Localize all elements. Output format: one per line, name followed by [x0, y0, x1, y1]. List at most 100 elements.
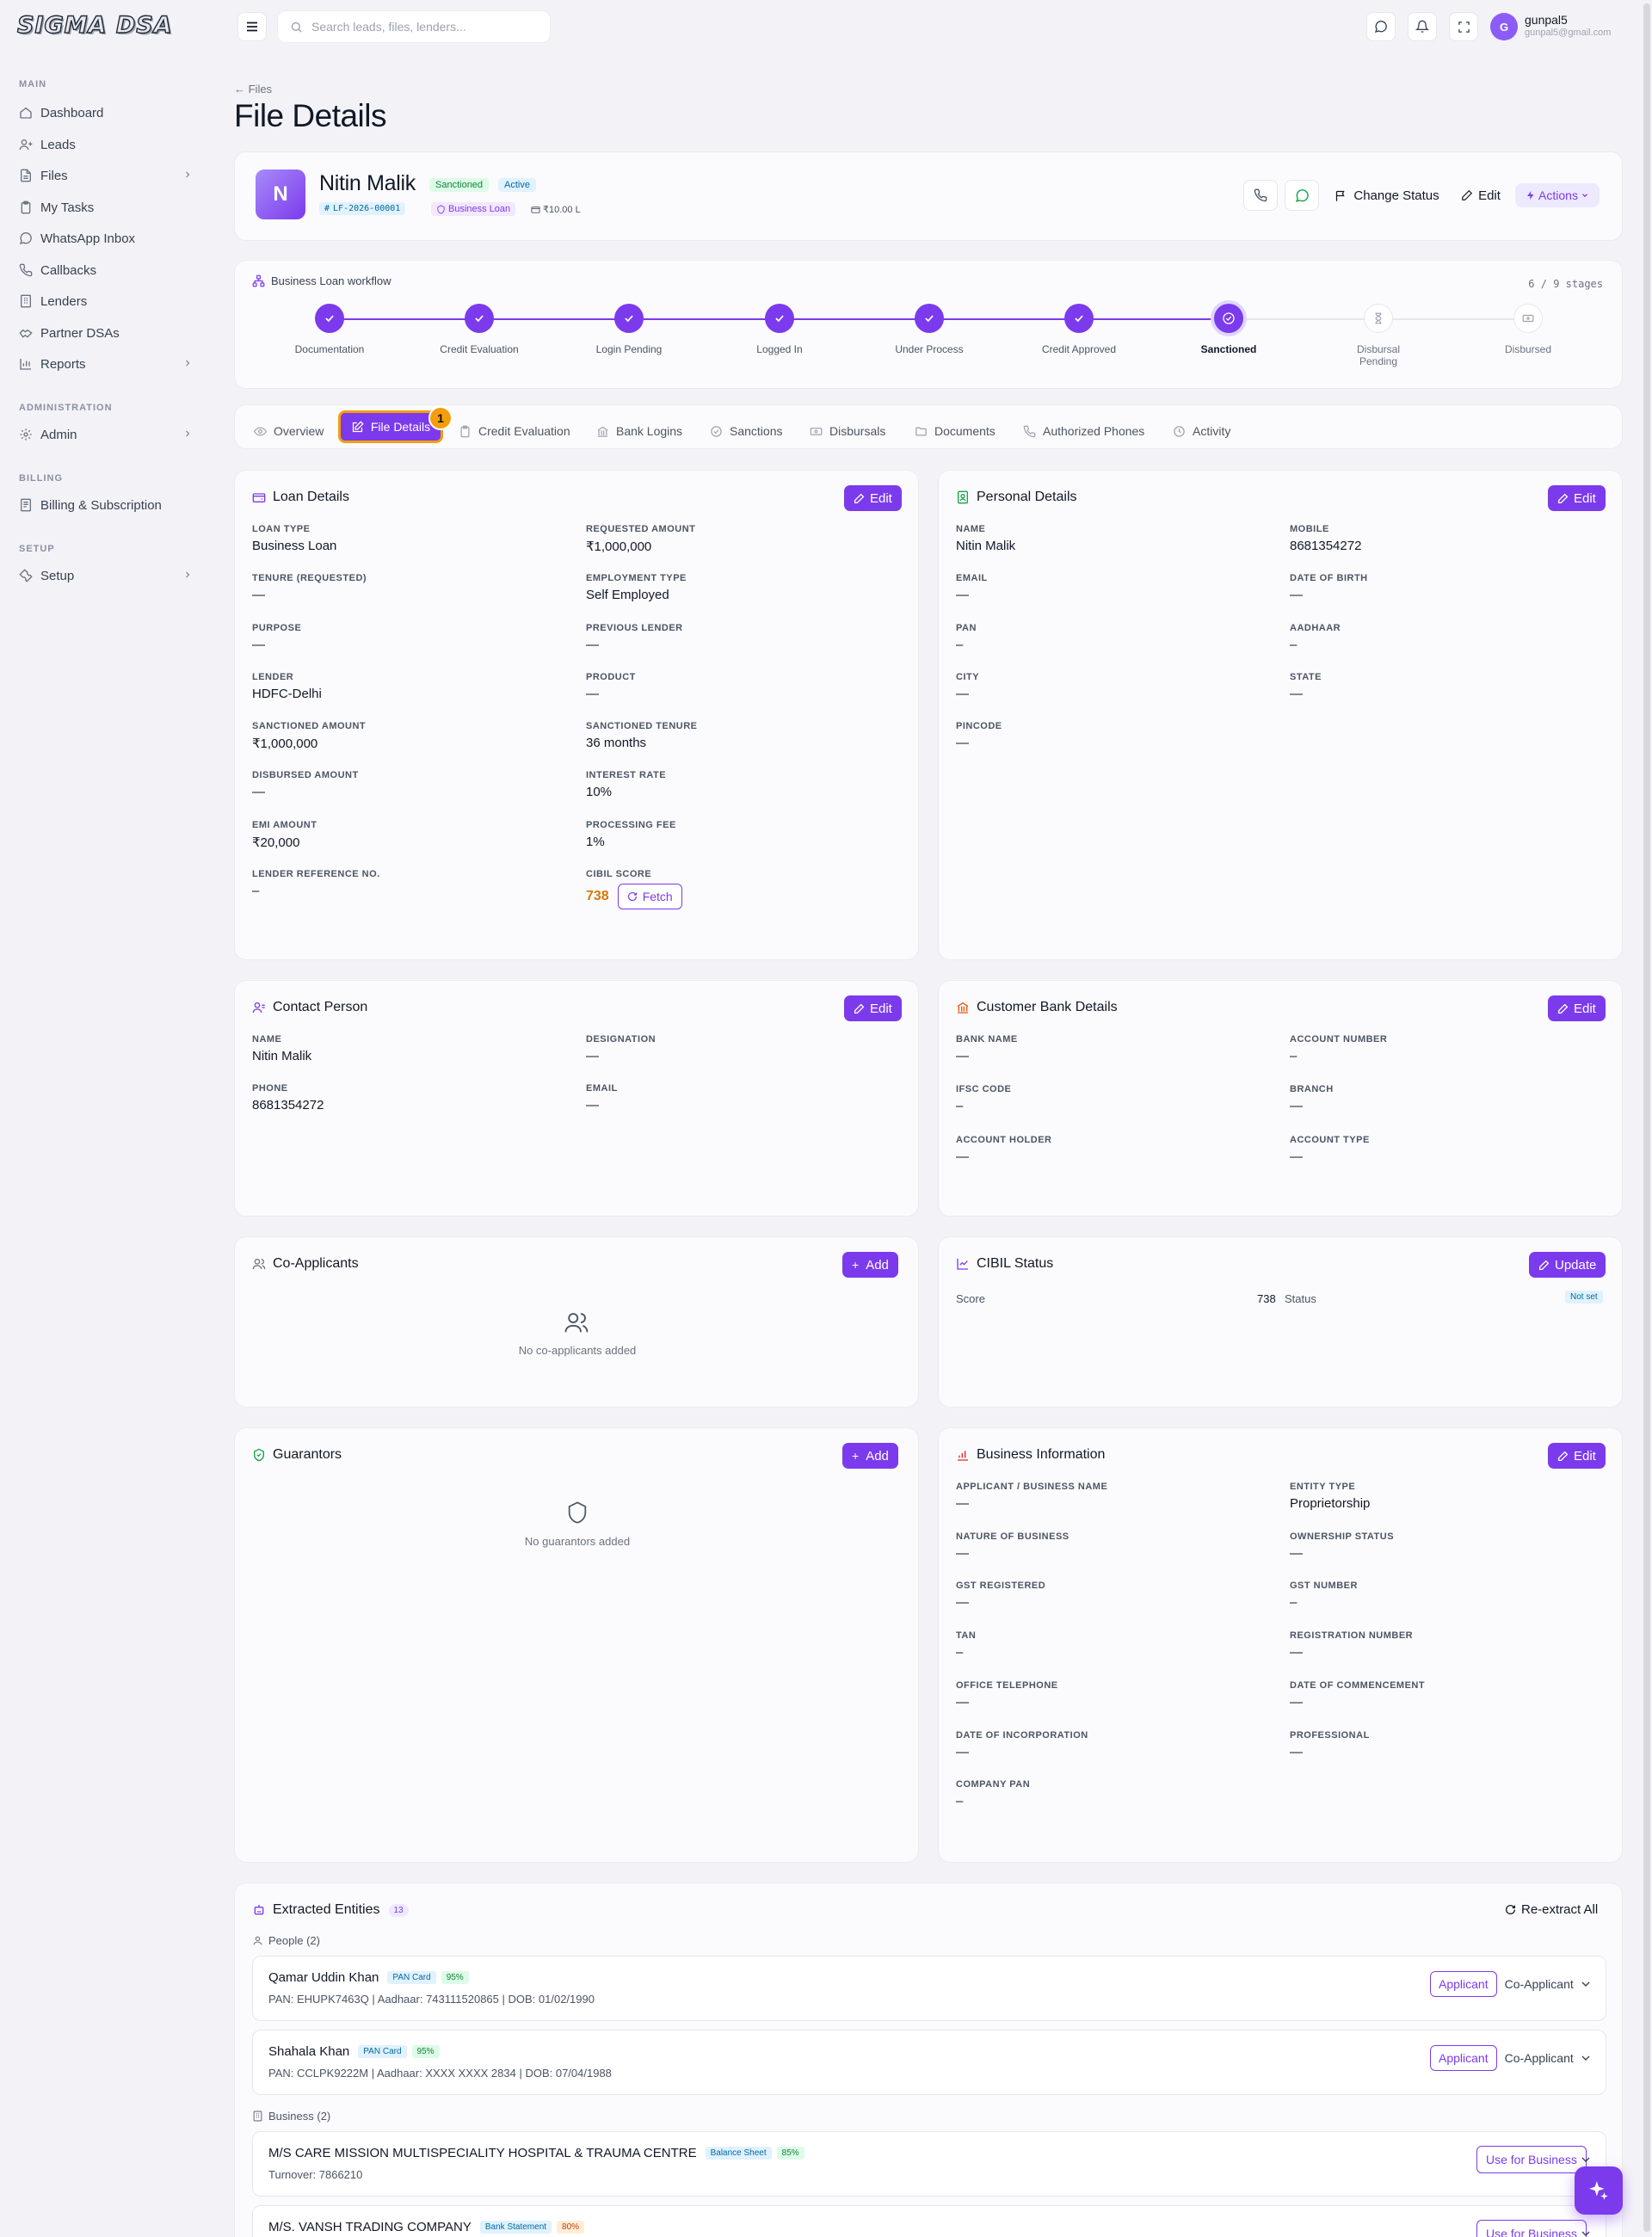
- tab-activity[interactable]: Activity: [1173, 421, 1230, 441]
- check-icon: [1064, 304, 1094, 333]
- edit-button[interactable]: Edit: [844, 995, 902, 1021]
- section-title-text: Personal Details: [977, 490, 1077, 504]
- cibil-score-value: 738: [586, 889, 609, 903]
- sidebar-item-lenders[interactable]: Lenders: [19, 288, 196, 314]
- active-badge: Active: [498, 178, 536, 192]
- entity-detail: PAN: CCLPK9222M | Aadhaar: XXXX XXXX 283…: [268, 2067, 612, 2080]
- business-info-card: Business Information Edit APPLICANT / BU…: [938, 1427, 1623, 1863]
- applicant-option[interactable]: Applicant: [1430, 1971, 1497, 1997]
- reextract-all-button[interactable]: Re-extract All: [1505, 1902, 1598, 1917]
- edit-button[interactable]: Edit: [1457, 180, 1505, 211]
- empty-state-text: No guarantors added: [524, 1535, 631, 1548]
- sidebar-item-callbacks[interactable]: Callbacks: [19, 257, 196, 283]
- entity-count-badge: 13: [388, 1903, 409, 1917]
- sidebar-item-dashboard[interactable]: Dashboard: [19, 100, 196, 126]
- handshake-icon: [19, 329, 33, 338]
- use-for-business-button[interactable]: Use for Business: [1476, 2220, 1587, 2237]
- fullscreen-button[interactable]: [1449, 12, 1478, 41]
- co-applicant-option[interactable]: Co-Applicant: [1497, 2045, 1581, 2071]
- search-input[interactable]: [311, 20, 535, 34]
- nav-section-main: MAIN: [19, 79, 47, 89]
- tab-sanctions[interactable]: Sanctions: [710, 421, 782, 441]
- change-status-button[interactable]: Change Status: [1331, 180, 1443, 211]
- menu-toggle-button[interactable]: [237, 12, 267, 41]
- edit-button[interactable]: Edit: [1548, 485, 1606, 511]
- file-avatar: N: [256, 169, 305, 219]
- field-value: Business Loan: [252, 539, 337, 553]
- breadcrumb[interactable]: ← Files: [234, 83, 272, 96]
- field-label: NATURE OF BUSINESS: [956, 1531, 1069, 1542]
- section-title: CIBIL Status: [956, 1256, 1053, 1272]
- add-guarantor-button[interactable]: + Add: [842, 1443, 898, 1469]
- sidebar-item-whatsapp-inbox[interactable]: WhatsApp Inbox: [19, 225, 196, 251]
- tab-disbursals[interactable]: Disbursals: [810, 421, 885, 441]
- chevron-down-icon[interactable]: [1579, 1977, 1593, 1991]
- loan-type: Business Loan: [448, 204, 511, 214]
- field-product: PRODUCT —: [586, 672, 636, 701]
- stage-logged-in: Logged In: [719, 304, 840, 355]
- tab-documents[interactable]: Documents: [915, 421, 996, 441]
- sidebar-item-partner-dsas[interactable]: Partner DSAs: [19, 320, 196, 346]
- field-value: —: [1290, 1149, 1303, 1164]
- applicant-option[interactable]: Applicant: [1430, 2045, 1497, 2071]
- field-tan: TAN –: [956, 1630, 976, 1660]
- actions-dropdown[interactable]: Actions: [1515, 183, 1600, 207]
- add-co-applicant-button[interactable]: + Add: [842, 1252, 898, 1278]
- doc-type-chip: Bank Statement: [479, 2221, 552, 2234]
- chevron-down-icon[interactable]: [1579, 2051, 1593, 2065]
- co-applicant-option[interactable]: Co-Applicant: [1497, 1971, 1581, 1997]
- chevron-down-icon[interactable]: [1579, 2153, 1593, 2166]
- scrollbar-thumb[interactable]: [1643, 3, 1650, 2232]
- field-label: ENTITY TYPE: [1290, 1482, 1356, 1492]
- sidebar-item-my-tasks[interactable]: My Tasks: [19, 194, 196, 220]
- chart-icon: [20, 359, 31, 370]
- avatar[interactable]: G: [1490, 13, 1518, 40]
- ai-assistant-button[interactable]: [1575, 2166, 1623, 2215]
- whatsapp-button[interactable]: [1366, 12, 1396, 41]
- pencil-icon: [1557, 1451, 1569, 1461]
- edit-button[interactable]: Edit: [1548, 1443, 1606, 1469]
- notifications-button[interactable]: [1408, 12, 1437, 41]
- sidebar-item-files[interactable]: Files: [19, 163, 196, 188]
- field-label: IFSC CODE: [956, 1084, 1012, 1094]
- tab-file-details[interactable]: File Details 1: [338, 406, 453, 443]
- tab-authorized-phones[interactable]: Authorized Phones: [1023, 421, 1144, 441]
- refresh-icon: [627, 891, 637, 902]
- topbar: G gunpal5 gunpal5@gmail.com: [215, 0, 1652, 53]
- field-label: DATE OF INCORPORATION: [956, 1730, 1088, 1741]
- tab-bank-logins[interactable]: Bank Logins: [596, 421, 682, 441]
- field-disbursed-amount: DISBURSED AMOUNT —: [252, 770, 359, 799]
- entity-name: M/S CARE MISSION MULTISPECIALITY HOSPITA…: [268, 2146, 697, 2160]
- field-label: PROFESSIONAL: [1290, 1730, 1370, 1741]
- use-for-business-button[interactable]: Use for Business: [1476, 2146, 1587, 2173]
- loan-type-chip: Business Loan: [431, 202, 516, 216]
- sidebar-item-billing[interactable]: Billing & Subscription: [19, 492, 196, 518]
- update-cibil-button[interactable]: Update: [1529, 1252, 1606, 1278]
- fetch-label: Fetch: [642, 890, 673, 903]
- sidebar-item-setup[interactable]: Setup: [19, 563, 196, 589]
- field-purpose: PURPOSE —: [252, 623, 301, 652]
- chevron-down-icon[interactable]: [1579, 2227, 1593, 2237]
- app-logo[interactable]: SIGMA DSA: [16, 11, 173, 39]
- page-scrollbar[interactable]: [1642, 0, 1652, 2237]
- field-value: –: [956, 1099, 964, 1113]
- field-value: ₹20,000: [252, 835, 300, 850]
- sidebar-item-reports[interactable]: Reports: [19, 351, 196, 377]
- whatsapp-button[interactable]: [1285, 180, 1319, 211]
- edit-button[interactable]: Edit: [844, 485, 902, 511]
- tab-credit-evaluation[interactable]: Credit Evaluation: [459, 421, 570, 441]
- reextract-label: Re-extract All: [1521, 1902, 1599, 1917]
- trending-up-icon: [957, 1259, 968, 1270]
- edit-button[interactable]: Edit: [1548, 995, 1606, 1021]
- fetch-cibil-button[interactable]: Fetch: [617, 884, 682, 909]
- call-button[interactable]: [1243, 180, 1278, 211]
- field-ifsc-code: IFSC CODE –: [956, 1084, 1011, 1113]
- sidebar-item-admin[interactable]: Admin: [19, 422, 196, 447]
- field-value: —: [586, 687, 599, 701]
- field-label: SANCTIONED AMOUNT: [252, 721, 367, 731]
- sidebar-item-leads[interactable]: Leads: [19, 132, 196, 157]
- tab-overview[interactable]: Overview: [254, 421, 324, 441]
- phone-icon: [19, 263, 33, 277]
- stage-label: Sanctioned: [1200, 343, 1257, 355]
- entity-name-line: Qamar Uddin Khan PAN Card 95%: [268, 1970, 469, 1985]
